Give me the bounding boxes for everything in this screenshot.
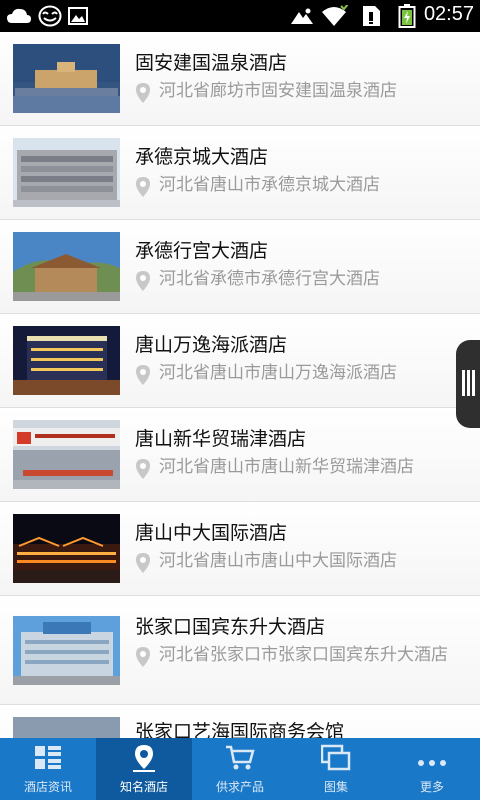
hotel-address: 河北省唐山市承德京城大酒店: [159, 175, 380, 195]
tab-more[interactable]: 更多: [384, 738, 480, 800]
hotel-list-item[interactable]: 张家口国宾东升大酒店 河北省张家口市张家口国宾东升大酒店: [0, 596, 480, 705]
hotel-address: 河北省唐山市唐山万逸海派酒店: [159, 363, 397, 383]
hotel-name: 承德京城大酒店: [135, 146, 269, 168]
hotel-address: 河北省张家口市张家口国宾东升大酒店: [159, 645, 448, 665]
hotel-list-item[interactable]: 唐山中大国际酒店 河北省唐山市唐山中大国际酒店: [0, 502, 480, 596]
hotel-list-item[interactable]: 张家口艺海国际商务会馆: [0, 705, 480, 738]
location-pin-icon: [135, 458, 151, 480]
tab-label: 知名酒店: [119, 780, 168, 794]
tab-gallery[interactable]: 图集: [288, 738, 384, 800]
hotel-thumbnail: [13, 420, 120, 489]
tab-label: 图集: [323, 780, 348, 794]
hotel-list-item[interactable]: 承德行宫大酒店 河北省承德市承德行宫大酒店: [0, 220, 480, 314]
tab-label: 更多: [419, 780, 444, 794]
tab-famous-hotels[interactable]: 知名酒店: [96, 738, 192, 800]
hotel-list[interactable]: 固安建国温泉酒店 河北省廊坊市固安建国温泉酒店 承德京城大酒店 河北省唐山市承德…: [0, 32, 480, 738]
smiley-icon: [38, 5, 62, 31]
drawer-handle[interactable]: [456, 340, 480, 428]
battery-icon: [398, 4, 416, 32]
hotel-name: 唐山新华贸瑞津酒店: [135, 428, 307, 450]
hotel-address: 河北省承德市承德行宫大酒店: [159, 269, 380, 289]
hotel-list-item[interactable]: 承德京城大酒店 河北省唐山市承德京城大酒店: [0, 126, 480, 220]
hotel-thumbnail: [13, 326, 120, 395]
hotel-list-item[interactable]: 唐山新华贸瑞津酒店 河北省唐山市唐山新华贸瑞津酒店: [0, 408, 480, 502]
gallery-icon: [320, 744, 351, 776]
status-clock: 02:57: [423, 3, 474, 25]
location-pin-icon: [135, 646, 151, 668]
location-pin-icon: [135, 552, 151, 574]
location-pin-icon: [135, 82, 151, 104]
hotel-thumbnail: [13, 514, 120, 583]
map-pin-icon: [130, 744, 158, 778]
hotel-thumbnail: [13, 616, 120, 685]
sim-icon: [360, 5, 382, 31]
hotel-name: 唐山中大国际酒店: [135, 522, 288, 544]
hotel-name: 固安建国温泉酒店: [135, 52, 288, 74]
weather-icon: [6, 6, 32, 30]
tab-hotel-news[interactable]: 酒店资讯: [0, 738, 96, 800]
hotel-thumbnail: [13, 138, 120, 207]
cart-icon: [225, 744, 255, 776]
wifi-icon: [320, 3, 349, 31]
hotel-name: 张家口国宾东升大酒店: [135, 616, 326, 638]
hotel-list-item[interactable]: 固安建国温泉酒店 河北省廊坊市固安建国温泉酒店: [0, 32, 480, 126]
location-pin-icon: [135, 364, 151, 386]
hotel-address: 河北省唐山市唐山新华贸瑞津酒店: [159, 457, 414, 477]
tab-label: 供求产品: [215, 780, 264, 794]
tab-label: 酒店资讯: [23, 780, 72, 794]
more-dots-icon: [417, 752, 447, 771]
status-bar: 02:57: [0, 0, 480, 32]
hotel-thumbnail: [13, 44, 120, 113]
tab-supply-products[interactable]: 供求产品: [192, 738, 288, 800]
bottom-nav: 酒店资讯 知名酒店 供求产品 图集 更多: [0, 738, 480, 800]
hotel-address: 河北省廊坊市固安建国温泉酒店: [159, 81, 397, 101]
hotel-name: 张家口艺海国际商务会馆: [135, 721, 345, 738]
grid-list-icon: [34, 744, 62, 776]
image-icon: [68, 7, 88, 29]
location-pin-icon: [135, 176, 151, 198]
hotel-name: 承德行宫大酒店: [135, 240, 269, 262]
hotel-list-item[interactable]: 唐山万逸海派酒店 河北省唐山市唐山万逸海派酒店: [0, 314, 480, 408]
hotel-address: 河北省唐山市唐山中大国际酒店: [159, 551, 397, 571]
hotel-thumbnail: [13, 232, 120, 301]
hotel-name: 唐山万逸海派酒店: [135, 334, 288, 356]
hotel-thumbnail: [13, 717, 120, 738]
signal-icon: [290, 7, 314, 29]
location-pin-icon: [135, 270, 151, 292]
